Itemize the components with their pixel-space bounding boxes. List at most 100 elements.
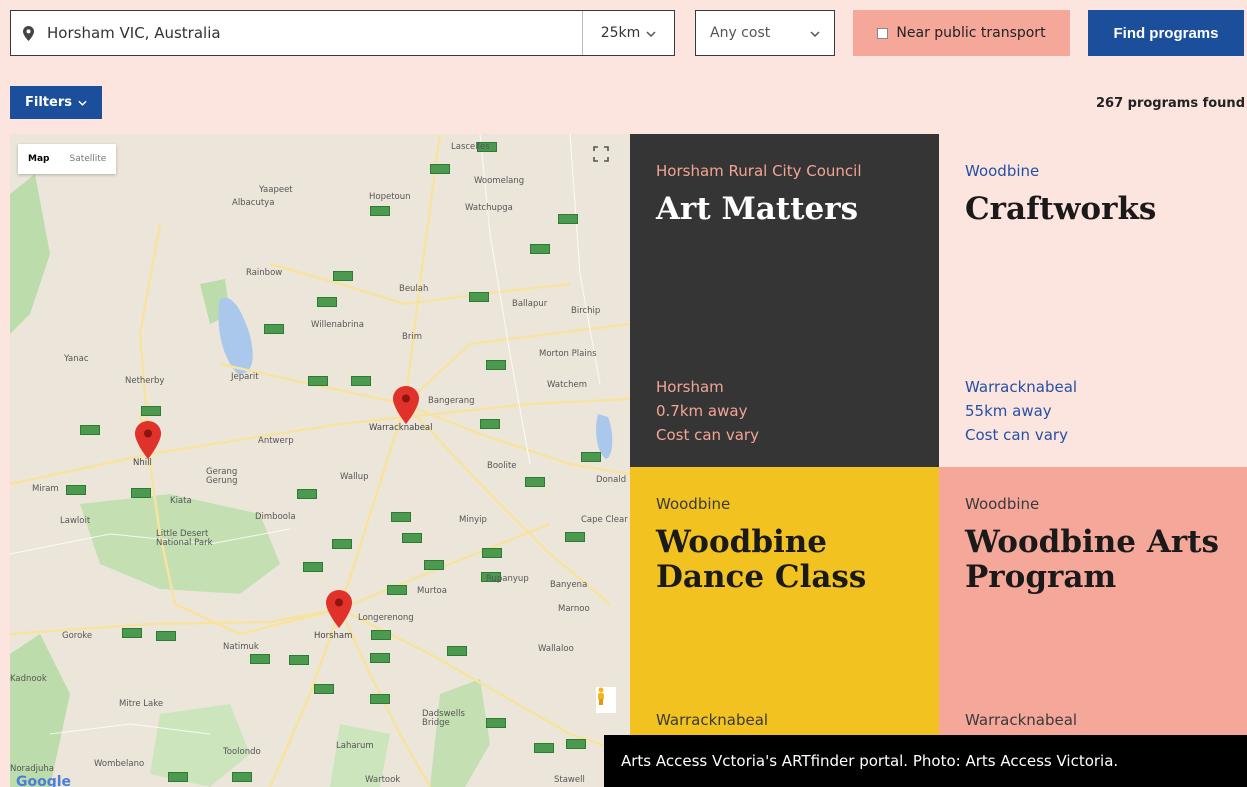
town-label: Wartook <box>365 775 401 785</box>
public-transport-toggle[interactable]: Near public transport <box>853 10 1070 56</box>
road-shield <box>402 533 422 543</box>
card-title[interactable]: Craftworks <box>965 192 1221 227</box>
location-pin-icon <box>11 25 45 41</box>
town-label: Donald <box>596 475 627 485</box>
town-label: Morton Plains <box>539 349 597 359</box>
card-meta: Horsham 0.7km away Cost can vary <box>656 375 759 447</box>
town-label: Birchip <box>571 306 601 316</box>
road-shield <box>581 452 601 462</box>
card-distance: 55km away <box>965 402 1052 420</box>
road-shield <box>168 772 188 782</box>
road-shield <box>308 376 328 386</box>
road-shield <box>486 718 506 728</box>
town-label: Beulah <box>399 284 429 294</box>
road-shield <box>482 548 502 558</box>
town-label: Rupanyup <box>486 574 529 584</box>
road-shield <box>351 376 371 386</box>
card-location: Warracknabeal <box>965 378 1078 396</box>
town-label: Stawell <box>554 775 585 785</box>
road-shield <box>566 739 586 749</box>
town-label: Noradjuha <box>10 764 55 774</box>
road-shield <box>371 630 391 640</box>
map-type-toggle: Map Satellite <box>18 144 117 174</box>
transport-label: Near public transport <box>896 25 1046 41</box>
town-label: Watchupga <box>465 203 513 213</box>
card-meta: Warracknabeal <box>656 708 768 732</box>
town-label: Warracknabeal <box>369 423 433 433</box>
card-organisation: Woodbine <box>965 495 1040 513</box>
card-location: Horsham <box>656 378 724 396</box>
road-shield <box>469 292 489 302</box>
road-shield <box>289 655 309 665</box>
filters-label: Filters <box>25 95 72 110</box>
town-label: Miram <box>32 484 59 494</box>
photo-caption: Arts Access Vctoria's ARTfinder portal. … <box>604 735 1247 787</box>
town-label: Natimuk <box>223 642 259 652</box>
town-label: Mitre Lake <box>119 699 164 709</box>
town-label: Wombelano <box>94 759 145 769</box>
map-marker-icon[interactable] <box>326 590 352 628</box>
program-card[interactable]: Horsham Rural City Council Art Matters H… <box>630 134 939 467</box>
transport-checkbox[interactable] <box>877 27 889 39</box>
map-tab[interactable]: Map <box>18 154 59 164</box>
road-shield <box>486 360 506 370</box>
town-label: Jeparit <box>231 372 259 382</box>
road-shield <box>447 646 467 656</box>
town-label: Dadswells Bridge <box>422 709 465 728</box>
road-shield <box>530 244 550 254</box>
town-label: Banyena <box>550 580 588 590</box>
road-shield <box>565 532 585 542</box>
road-shield <box>156 631 176 641</box>
town-label: Albacutya <box>232 198 275 208</box>
road-shield <box>66 485 86 495</box>
radius-value: 25km <box>600 25 641 41</box>
card-organisation: Horsham Rural City Council <box>656 162 862 180</box>
town-label: Lascelles <box>451 142 490 152</box>
map-marker-icon[interactable] <box>393 386 419 424</box>
town-label: Kadnook <box>10 674 47 684</box>
chevron-down-icon <box>78 95 87 110</box>
google-logo: Google <box>16 774 72 787</box>
town-label: Willenabrina <box>311 320 364 330</box>
town-label: Murtoa <box>417 586 447 596</box>
card-location: Warracknabeal <box>656 711 769 729</box>
town-label: Watchem <box>547 380 587 390</box>
find-programs-button[interactable]: Find programs <box>1088 10 1244 56</box>
location-input[interactable] <box>45 11 582 55</box>
map-marker-icon[interactable] <box>135 421 161 459</box>
program-card[interactable]: Woodbine Craftworks Warracknabeal 55km a… <box>939 134 1247 467</box>
card-location: Warracknabeal <box>965 711 1078 729</box>
town-label: Horsham <box>314 631 353 641</box>
road-shield <box>80 425 100 435</box>
card-cost: Cost can vary <box>656 426 759 444</box>
chevron-down-icon <box>810 25 820 41</box>
town-label: Toolondo <box>223 747 261 757</box>
town-label: Wallup <box>340 472 369 482</box>
map-view[interactable]: Lascelles Woomelang Yaapeet Hopetoun Alb… <box>10 134 630 787</box>
cost-select[interactable]: Any cost <box>695 10 835 56</box>
town-label: Cape Clear <box>581 515 628 525</box>
satellite-tab[interactable]: Satellite <box>59 154 116 164</box>
road-shield <box>558 214 578 224</box>
card-title[interactable]: Woodbine Dance Class <box>656 525 913 595</box>
card-title[interactable]: Art Matters <box>656 192 913 227</box>
town-label: Gerang Gerung <box>206 467 238 486</box>
town-label: Yanac <box>64 354 89 364</box>
road-shield <box>297 489 317 499</box>
chevron-down-icon <box>646 25 656 41</box>
filters-button[interactable]: Filters <box>10 86 102 119</box>
road-shield <box>317 297 337 307</box>
town-label: Woomelang <box>474 176 525 186</box>
card-title[interactable]: Woodbine Arts Program <box>965 525 1221 595</box>
road-shield <box>424 560 444 570</box>
road-shield <box>332 539 352 549</box>
card-organisation: Woodbine <box>656 495 731 513</box>
road-shield <box>314 684 334 694</box>
town-label: Hopetoun <box>369 192 411 202</box>
road-shield <box>250 654 270 664</box>
pegman-icon[interactable] <box>596 687 616 713</box>
card-distance: 0.7km away <box>656 402 748 420</box>
radius-select[interactable]: 25km <box>582 11 674 55</box>
town-label: Lawloit <box>60 516 91 526</box>
town-label: Longerenong <box>358 613 414 623</box>
